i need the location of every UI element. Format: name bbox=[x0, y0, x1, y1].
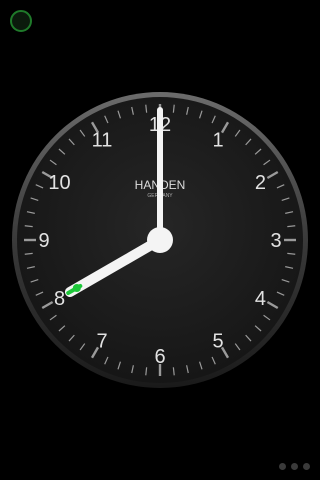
page-dot[interactable] bbox=[279, 463, 286, 470]
minute-tick bbox=[287, 252, 296, 255]
center-hub bbox=[147, 227, 173, 253]
hour-numeral-4: 4 bbox=[255, 288, 266, 310]
minute-tick bbox=[145, 367, 148, 376]
hour-numeral-3: 3 bbox=[270, 230, 281, 252]
minute-tick bbox=[24, 252, 33, 255]
page-dot[interactable] bbox=[303, 463, 310, 470]
page-dot[interactable] bbox=[291, 463, 298, 470]
hour-numeral-9: 9 bbox=[38, 230, 49, 252]
hour-numeral-1: 1 bbox=[212, 130, 223, 152]
minute-tick bbox=[287, 225, 296, 228]
hour-numeral-2: 2 bbox=[255, 172, 266, 194]
hour-numeral-8: 8 bbox=[54, 288, 65, 310]
hour-numeral-7: 7 bbox=[96, 330, 107, 352]
page-indicator[interactable] bbox=[279, 463, 310, 470]
minute-tick bbox=[172, 367, 175, 376]
hour-numeral-10: 10 bbox=[48, 172, 70, 194]
hour-numeral-11: 11 bbox=[92, 130, 113, 152]
analog-clock: 121234567891011 HANDEN GERMANY bbox=[12, 92, 308, 388]
clock-screen: 121234567891011 HANDEN GERMANY bbox=[0, 0, 320, 480]
minute-tick bbox=[145, 104, 148, 113]
minute-tick bbox=[172, 104, 175, 113]
hour-numeral-5: 5 bbox=[212, 330, 223, 352]
minute-tick bbox=[24, 225, 33, 228]
second-hand-tip bbox=[72, 284, 81, 292]
hour-numeral-6: 6 bbox=[154, 346, 165, 368]
